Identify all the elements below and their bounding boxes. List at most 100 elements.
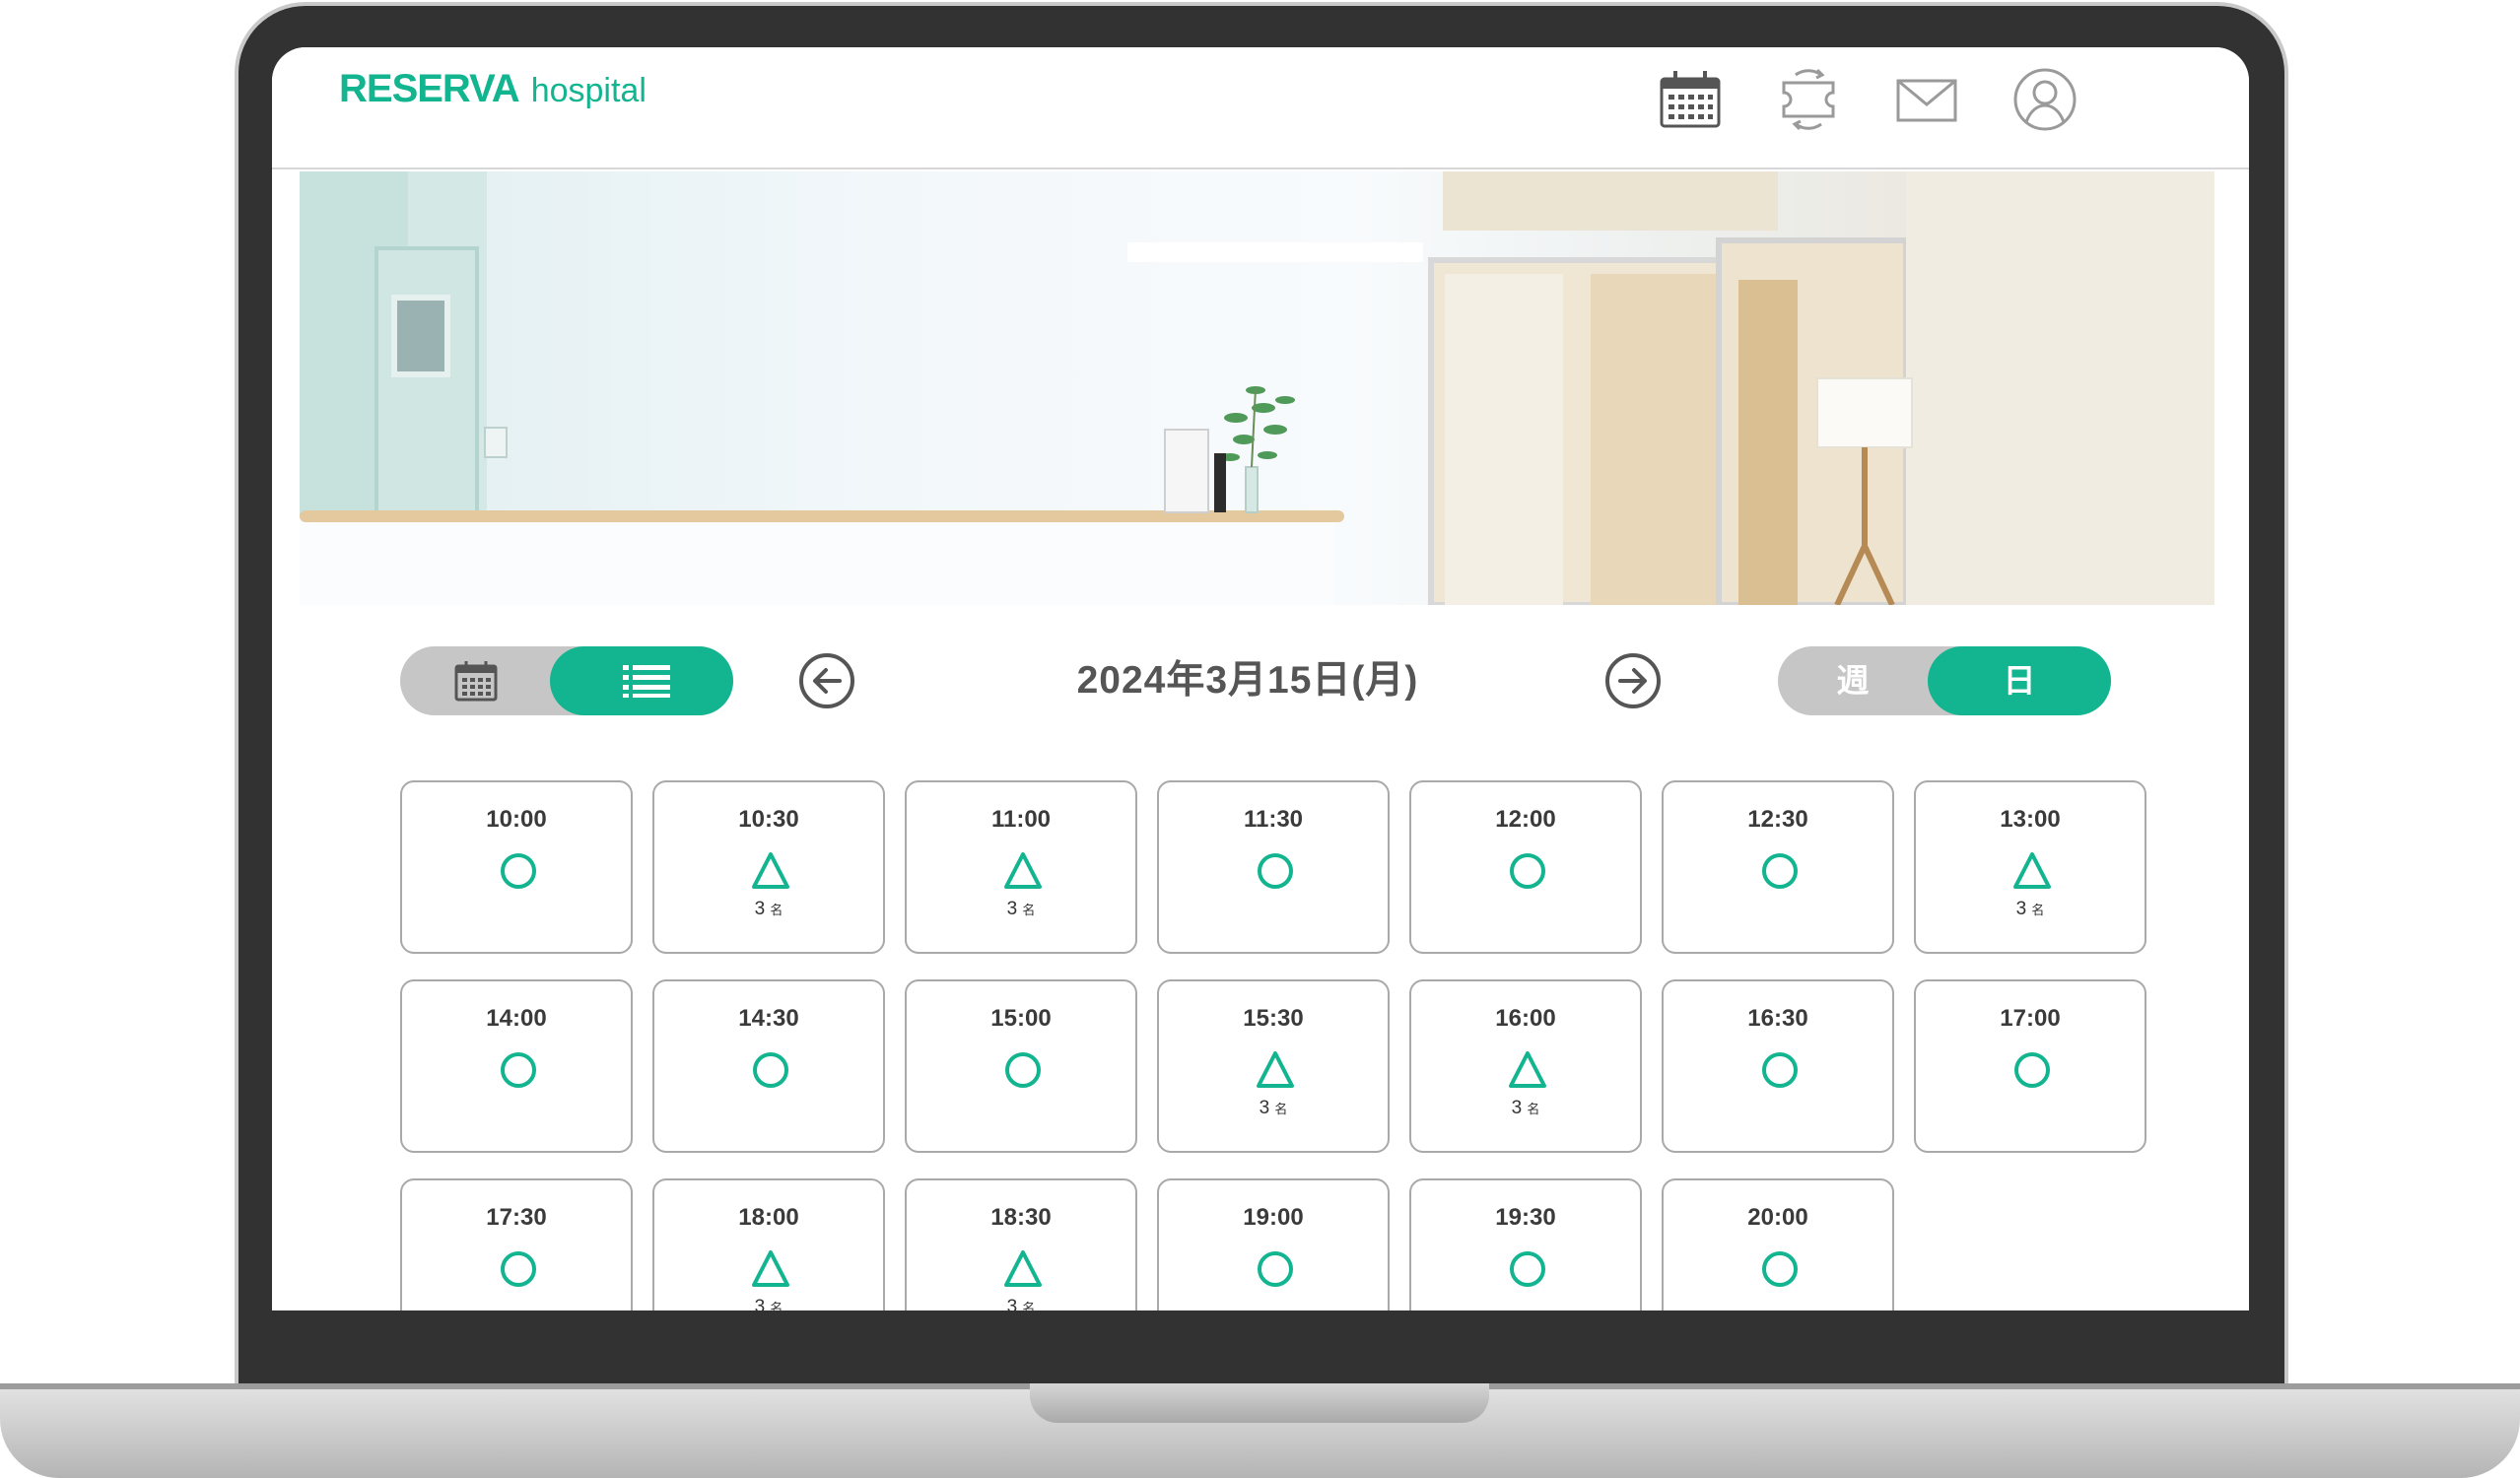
day-button[interactable]: 日 (1928, 646, 2111, 715)
time-slot[interactable]: 18:30 3 名 (905, 1178, 1137, 1310)
slot-time: 14:30 (738, 1005, 799, 1032)
available-circle-icon (1762, 1052, 1798, 1088)
time-slot[interactable]: 16:00 3 名 (1409, 979, 1642, 1153)
remaining-number: 3 (1006, 1297, 1018, 1310)
time-slot[interactable]: 14:00 (400, 979, 633, 1153)
mail-icon[interactable] (1892, 65, 1961, 134)
available-circle-icon (1510, 853, 1545, 889)
limited-triangle-icon (2013, 852, 2051, 889)
available-circle-icon (501, 853, 536, 889)
laptop-notch (1030, 1383, 1489, 1423)
screen: RESERVA hospital 2024年3月15日(月) 週 日 10:00… (272, 47, 2249, 1310)
slot-time: 11:30 (1243, 806, 1304, 833)
time-slot[interactable]: 15:30 3 名 (1157, 979, 1390, 1153)
logo-main: RESERVA (339, 67, 520, 110)
slot-time: 17:00 (2000, 1005, 2061, 1032)
slot-time: 13:00 (2000, 806, 2061, 833)
period-toggle: 週 日 (1778, 646, 2111, 715)
time-slot[interactable]: 18:00 3 名 (652, 1178, 885, 1310)
remaining-number: 3 (1511, 1098, 1523, 1118)
remaining-unit: 名 (770, 1301, 783, 1310)
available-circle-icon (753, 1052, 788, 1088)
limited-triangle-icon (1257, 1051, 1294, 1088)
limited-triangle-icon (752, 1250, 789, 1287)
slot-time: 16:30 (1747, 1005, 1808, 1032)
remaining-unit: 名 (2031, 903, 2045, 917)
time-slot[interactable]: 11:00 3 名 (905, 780, 1137, 954)
arrow-right-icon (1605, 653, 1661, 708)
calendar-icon[interactable] (1656, 65, 1725, 134)
time-slot[interactable]: 19:00 (1157, 1178, 1390, 1310)
available-circle-icon (1762, 1251, 1798, 1287)
remaining-count: 3 名 (654, 899, 883, 920)
current-date: 2024年3月15日(月) (1076, 659, 1419, 702)
remaining-count: 3 名 (907, 1297, 1135, 1310)
slot-time: 20:00 (1747, 1204, 1808, 1231)
slot-time: 17:30 (486, 1204, 547, 1231)
time-slot[interactable]: 17:00 (1914, 979, 2146, 1153)
time-slot[interactable]: 16:30 (1662, 979, 1894, 1153)
slot-time: 18:30 (990, 1204, 1052, 1231)
slot-time: 12:30 (1747, 806, 1808, 833)
slot-time: 16:00 (1495, 1005, 1556, 1032)
remaining-unit: 名 (1527, 1102, 1540, 1116)
remaining-number: 3 (1006, 899, 1018, 919)
next-day-button[interactable] (1602, 650, 1664, 711)
time-slot[interactable]: 13:00 3 名 (1914, 780, 2146, 954)
limited-triangle-icon (1509, 1051, 1546, 1088)
slot-time: 14:00 (486, 1005, 547, 1032)
limited-triangle-icon (1004, 852, 1042, 889)
slot-time: 18:00 (738, 1204, 799, 1231)
slot-time: 19:30 (1495, 1204, 1556, 1231)
available-circle-icon (501, 1052, 536, 1088)
slot-time: 10:30 (738, 806, 799, 833)
available-circle-icon (1258, 1251, 1293, 1287)
slot-time: 15:00 (990, 1005, 1052, 1032)
slot-time: 12:00 (1495, 806, 1556, 833)
remaining-number: 3 (754, 1297, 766, 1310)
hero-image (300, 171, 2214, 605)
time-slot[interactable]: 12:30 (1662, 780, 1894, 954)
slot-time: 10:00 (486, 806, 547, 833)
list-view-button[interactable] (550, 646, 733, 715)
remaining-number: 3 (1259, 1098, 1270, 1118)
time-slot[interactable]: 17:30 (400, 1178, 633, 1310)
remaining-unit: 名 (1274, 1102, 1288, 1116)
remaining-unit: 名 (1022, 903, 1036, 917)
remaining-count: 3 名 (1916, 899, 2145, 920)
ticket-icon[interactable] (1774, 65, 1843, 134)
remaining-number: 3 (2015, 899, 2027, 919)
time-slot[interactable]: 10:00 (400, 780, 633, 954)
view-toggle[interactable] (400, 646, 733, 715)
available-circle-icon (1510, 1251, 1545, 1287)
week-button[interactable]: 週 (1778, 646, 1928, 715)
remaining-count: 3 名 (654, 1297, 883, 1310)
time-slot[interactable]: 15:00 (905, 979, 1137, 1153)
user-icon[interactable] (2010, 65, 2079, 134)
calendar-view-button[interactable] (453, 658, 499, 704)
slot-time: 19:00 (1243, 1204, 1304, 1231)
slot-time: 11:00 (990, 806, 1052, 833)
time-slot[interactable]: 14:30 (652, 979, 885, 1153)
remaining-count: 3 名 (907, 899, 1135, 920)
time-slot[interactable]: 20:00 (1662, 1178, 1894, 1310)
remaining-unit: 名 (770, 903, 783, 917)
remaining-number: 3 (754, 899, 766, 919)
time-slot[interactable]: 11:30 (1157, 780, 1390, 954)
time-slot[interactable]: 10:30 3 名 (652, 780, 885, 954)
available-circle-icon (1005, 1052, 1041, 1088)
remaining-unit: 名 (1022, 1301, 1036, 1310)
limited-triangle-icon (752, 852, 789, 889)
time-slot[interactable]: 12:00 (1409, 780, 1642, 954)
available-circle-icon (1762, 853, 1798, 889)
limited-triangle-icon (1004, 1250, 1042, 1287)
available-circle-icon (501, 1251, 536, 1287)
available-circle-icon (2014, 1052, 2050, 1088)
available-circle-icon (1258, 853, 1293, 889)
logo-sub: hospital (530, 72, 647, 109)
app-header: RESERVA hospital (272, 47, 2249, 169)
logo[interactable]: RESERVA hospital (339, 67, 647, 126)
time-slot[interactable]: 19:30 (1409, 1178, 1642, 1310)
remaining-count: 3 名 (1159, 1098, 1388, 1119)
slot-time: 15:30 (1243, 1005, 1304, 1032)
